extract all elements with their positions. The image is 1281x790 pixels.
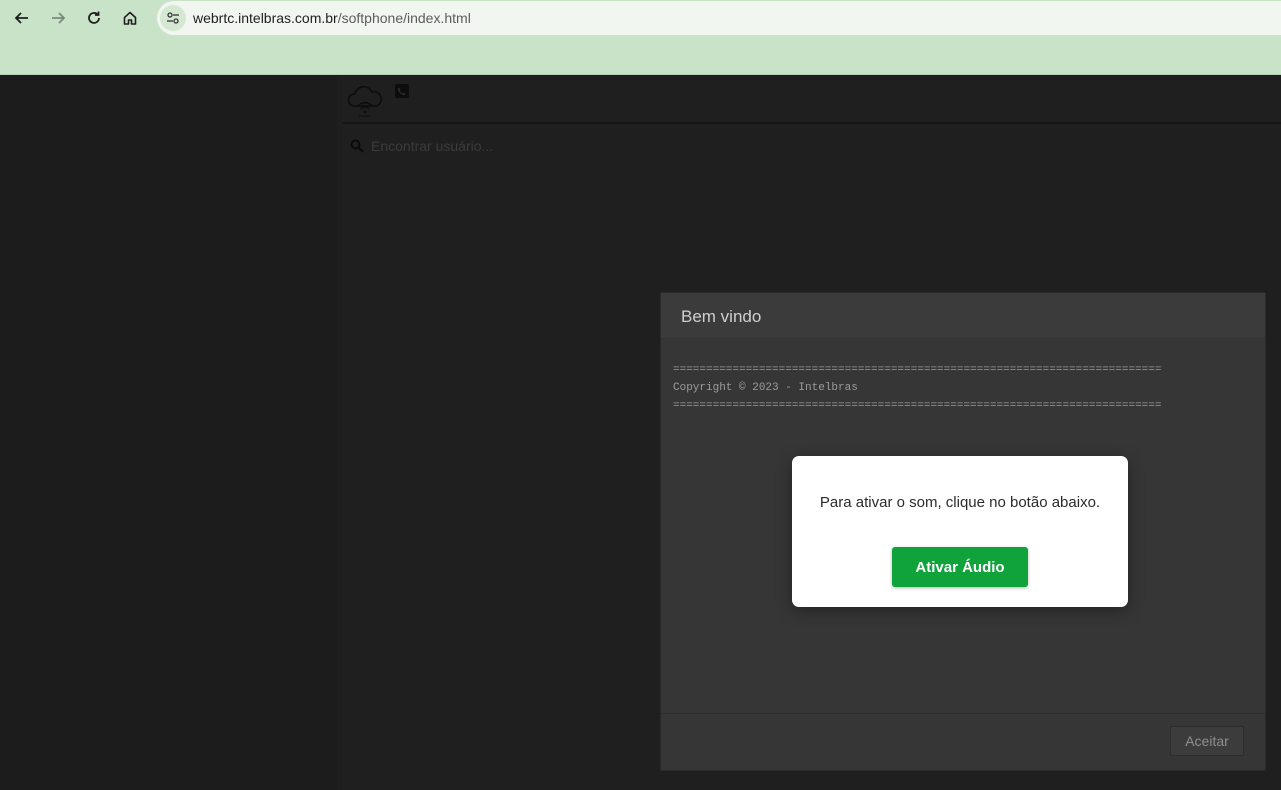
forward-arrow-icon — [52, 12, 66, 24]
back-arrow-icon — [14, 12, 28, 24]
url-text[interactable]: webrtc.intelbras.com.br/softphone/index.… — [193, 10, 471, 26]
app-header — [343, 76, 1281, 124]
accept-button[interactable]: Aceitar — [1170, 726, 1244, 756]
url-path: /softphone/index.html — [337, 10, 471, 26]
audio-activation-message: Para ativar o som, clique no botão abaix… — [819, 494, 1101, 511]
home-button[interactable] — [116, 4, 144, 32]
user-search-row — [343, 126, 1281, 166]
url-domain: webrtc.intelbras.com.br — [193, 10, 338, 26]
forward-button[interactable] — [44, 4, 72, 32]
reload-icon — [88, 11, 100, 24]
browser-toolbar-strip — [0, 36, 1281, 75]
contacts-sidebar — [0, 76, 337, 790]
back-button[interactable] — [8, 4, 36, 32]
welcome-modal-body: ========================================… — [673, 364, 1162, 412]
audio-activation-dialog: Para ativar o som, clique no botão abaix… — [792, 456, 1128, 607]
search-icon — [350, 139, 364, 153]
site-settings-icon — [167, 12, 179, 24]
reload-button[interactable] — [80, 4, 108, 32]
welcome-modal-title: Bem vindo — [681, 307, 762, 326]
phone-icon[interactable] — [395, 84, 409, 98]
user-search-input[interactable] — [371, 134, 871, 158]
home-icon — [123, 11, 137, 25]
site-info-button[interactable] — [160, 5, 186, 31]
welcome-modal-header: Bem vindo — [661, 293, 1265, 339]
welcome-modal-footer: Aceitar — [661, 713, 1265, 770]
cloud-wifi-logo-icon[interactable] — [345, 80, 385, 120]
activate-audio-button[interactable]: Ativar Áudio — [892, 547, 1028, 587]
